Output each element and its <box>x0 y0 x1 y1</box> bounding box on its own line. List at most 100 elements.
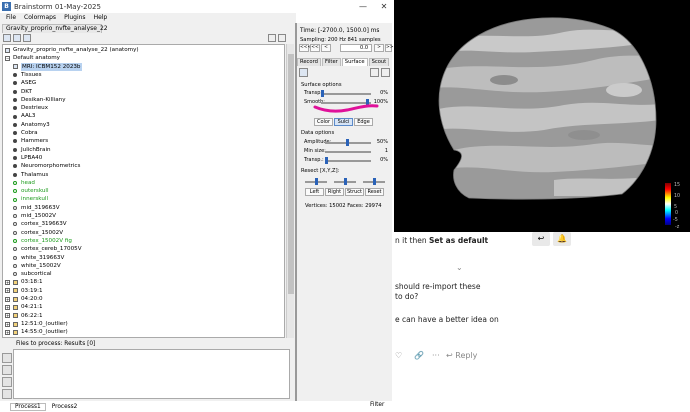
tree-folder[interactable]: +04:21:1 <box>5 303 43 311</box>
tree-item[interactable]: white_319663V <box>13 254 64 262</box>
resect-x-knob[interactable] <box>315 178 318 185</box>
tree-item[interactable]: Hammers <box>13 137 48 145</box>
tree-folder[interactable]: +12:51:0_(outlier) <box>5 320 68 328</box>
edge-button[interactable]: Edge <box>354 118 373 126</box>
tree-item[interactable]: JulichBrain <box>13 146 51 154</box>
tree-item[interactable]: cortex_15002V <box>13 229 63 237</box>
minimize-button[interactable]: — <box>357 1 369 12</box>
data-transp-slider[interactable] <box>325 160 371 162</box>
tree-folder[interactable]: +03:18:1 <box>5 278 43 286</box>
minsize-slider[interactable] <box>325 151 371 153</box>
tab-record[interactable]: Record <box>297 58 321 66</box>
tree-item[interactable]: AAL3 <box>13 112 35 120</box>
tree-item[interactable]: cortex_319663V <box>13 220 67 228</box>
process-raw-icon[interactable] <box>2 353 12 363</box>
amplitude-slider-knob[interactable] <box>346 139 349 146</box>
tree-default-anatomy[interactable]: − Default anatomy <box>5 54 60 62</box>
anatomy-view-icon[interactable] <box>3 34 11 42</box>
expand-icon[interactable]: + <box>5 280 10 286</box>
tree-item[interactable]: white_15002V <box>13 262 61 270</box>
tree-subject[interactable]: Gravity_proprio_nvfte_analyse_22 (anatom… <box>5 46 139 54</box>
resect-reset-button[interactable]: Reset <box>365 188 384 196</box>
time-value-field[interactable]: 0.0 <box>340 44 372 52</box>
color-button[interactable]: Color <box>314 118 333 126</box>
tree-item[interactable]: cortex_15002V fig <box>13 237 72 245</box>
tree-item[interactable]: Anatomy3 <box>13 121 50 129</box>
scrollbar-thumb[interactable] <box>288 54 294 294</box>
protocol-selector[interactable]: Gravity_proprio_nvfte_analyse_22 <box>2 24 108 33</box>
nav-first-button[interactable]: <<< <box>299 44 311 52</box>
resect-struct-button[interactable]: Struct <box>345 188 364 196</box>
tree-item[interactable]: Tissues <box>13 71 42 79</box>
tree-item[interactable]: DKT <box>13 88 32 96</box>
tree-folder[interactable]: +14:55:0_(outlier) <box>5 328 68 336</box>
notify-button[interactable]: 🔔 <box>553 232 571 246</box>
filter-button[interactable]: Filter <box>370 402 384 408</box>
add-surface-icon[interactable] <box>370 68 379 77</box>
tree-item[interactable]: innerskull <box>13 195 48 203</box>
heart-icon[interactable]: ♡ <box>395 351 402 360</box>
link-icon[interactable]: 🔗 <box>414 351 424 360</box>
files-to-process-area[interactable] <box>13 349 290 399</box>
process-recordings-icon[interactable] <box>2 365 12 375</box>
tab-process1[interactable]: Process1 <box>10 402 46 411</box>
resect-z-knob[interactable] <box>373 178 376 185</box>
expand-icon[interactable]: + <box>5 313 10 319</box>
close-button[interactable]: ✕ <box>378 1 390 12</box>
process-time-freq-icon[interactable] <box>2 389 12 399</box>
tree-scrollbar[interactable] <box>286 44 294 338</box>
functional-view-icon[interactable] <box>13 34 21 42</box>
tree-folder[interactable]: +04:20:0 <box>5 295 43 303</box>
tree-item[interactable]: mid_319663V <box>13 204 60 212</box>
menu-file[interactable]: File <box>6 13 16 23</box>
tree-item[interactable]: mid_15002V <box>13 212 56 220</box>
collapse-icon[interactable]: − <box>5 55 10 61</box>
brain-3d-viewer[interactable] <box>394 0 690 232</box>
menu-colormaps[interactable]: Colormaps <box>24 13 56 23</box>
expand-icon[interactable]: + <box>5 329 10 335</box>
tab-process2[interactable]: Process2 <box>48 404 82 410</box>
tree-item[interactable]: Neuromorphometrics <box>13 162 80 170</box>
link-button[interactable]: ↩ <box>532 232 550 246</box>
tab-scout[interactable]: Scout <box>368 58 390 66</box>
surface-icon[interactable] <box>299 68 308 77</box>
nav-back-fast-button[interactable]: << <box>310 44 320 52</box>
resect-right-button[interactable]: Right <box>325 188 344 196</box>
transp-slider-knob[interactable] <box>321 90 324 97</box>
menu-help[interactable]: Help <box>94 13 108 23</box>
resect-left-button[interactable]: Left <box>305 188 324 196</box>
tree-folder[interactable]: +06:22:1 <box>5 312 43 320</box>
tree-item[interactable]: cortex_cereb_17005V <box>13 245 82 253</box>
tree-item[interactable]: LPBA40 <box>13 154 42 162</box>
data-transp-slider-knob[interactable] <box>325 157 328 164</box>
expand-icon[interactable]: + <box>5 296 10 302</box>
tree-item[interactable]: MRI: ICBM152 2023b <box>13 62 82 71</box>
more-icon[interactable]: ··· <box>432 351 440 360</box>
tree-item[interactable]: outerskull <box>13 187 49 195</box>
expand-icon[interactable]: + <box>5 321 10 327</box>
tree-item[interactable]: Cobra <box>13 129 38 137</box>
tree-item[interactable]: Destrieux <box>13 104 48 112</box>
expand-chevron-icon[interactable]: ⌄ <box>456 263 463 272</box>
reply-button[interactable]: ↩ Reply <box>446 351 477 360</box>
tree-item[interactable]: ASEG <box>13 79 36 87</box>
resect-y-knob[interactable] <box>344 178 347 185</box>
search-icon[interactable] <box>268 34 276 42</box>
tree-item[interactable]: Thalamus <box>13 171 48 179</box>
transp-slider[interactable] <box>321 93 371 95</box>
tree-item[interactable]: head <box>13 179 35 187</box>
tree-item[interactable]: subcortical <box>13 270 52 278</box>
sulci-button[interactable]: Sulci <box>334 118 353 126</box>
tab-surface[interactable]: Surface <box>341 58 368 66</box>
database-view-icon[interactable] <box>23 34 31 42</box>
refresh-icon[interactable] <box>278 34 286 42</box>
expand-icon[interactable]: + <box>5 304 10 310</box>
expand-icon[interactable]: + <box>5 288 10 294</box>
nav-back-button[interactable]: < <box>321 44 331 52</box>
menu-plugins[interactable]: Plugins <box>64 13 86 23</box>
tab-filter[interactable]: Filter <box>321 58 341 66</box>
nav-forward-button[interactable]: > <box>374 44 384 52</box>
tree-folder[interactable]: +03:19:1 <box>5 287 43 295</box>
tree-item[interactable]: Desikan-Killiany <box>13 96 66 104</box>
nav-forward-fast-button[interactable]: >> <box>385 44 394 52</box>
